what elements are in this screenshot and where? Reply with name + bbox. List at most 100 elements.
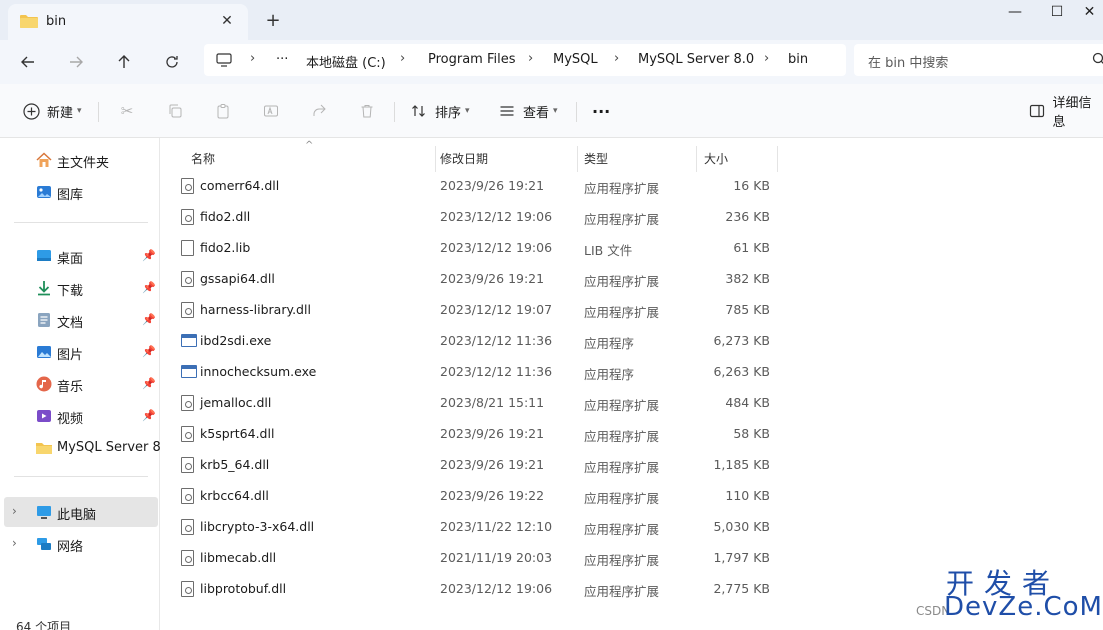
dll-file-icon xyxy=(181,178,194,194)
up-button[interactable] xyxy=(108,48,140,76)
new-tab-button[interactable]: + xyxy=(260,8,286,32)
file-row[interactable]: krbcc64.dll 2023/9/26 19:22 应用程序扩展 110 KB xyxy=(161,480,781,511)
network-icon xyxy=(37,538,51,550)
minimize-button[interactable]: — xyxy=(992,0,1038,24)
address-bar[interactable]: › ··· 本地磁盘 (C:) › Program Files › MySQL … xyxy=(204,44,846,76)
file-row[interactable]: ibd2sdi.exe 2023/12/12 11:36 应用程序 6,273 KB xyxy=(161,325,781,356)
chevron-right-icon[interactable]: › xyxy=(12,504,17,518)
details-pane-button[interactable]: 详细信息 xyxy=(1028,96,1103,130)
search-input[interactable]: 在 bin 中搜索 xyxy=(868,52,948,71)
file-icon xyxy=(181,240,194,256)
file-type: 应用程序扩展 xyxy=(584,398,660,413)
breadcrumb-bin[interactable]: bin xyxy=(788,52,808,67)
status-item-count: 64 个项目 xyxy=(16,620,72,630)
breadcrumb-drive[interactable]: 本地磁盘 (C:) xyxy=(306,52,386,71)
sidebar-item-desktop[interactable]: 桌面 📌 xyxy=(0,241,158,271)
application-icon xyxy=(181,365,197,378)
paste-button[interactable] xyxy=(214,98,239,124)
file-date: 2023/9/26 19:21 xyxy=(440,426,545,441)
file-row[interactable]: libmecab.dll 2021/11/19 20:03 应用程序扩展 1,797 … xyxy=(161,542,781,573)
chevron-down-icon: ▾ xyxy=(465,106,470,116)
share-button[interactable] xyxy=(310,98,335,124)
file-row[interactable]: comerr64.dll 2023/9/26 19:21 应用程序扩展 16 KB xyxy=(161,170,781,201)
tab-close-icon[interactable]: ✕ xyxy=(216,10,238,32)
file-name: comerr64.dll xyxy=(200,178,280,193)
column-header-size[interactable]: 大小 xyxy=(697,144,777,170)
divider xyxy=(98,102,99,122)
file-row[interactable]: gssapi64.dll 2023/9/26 19:21 应用程序扩展 382 KB xyxy=(161,263,781,294)
download-icon xyxy=(38,281,50,296)
file-row[interactable]: jemalloc.dll 2023/8/21 15:11 应用程序扩展 484 KB xyxy=(161,387,781,418)
view-button[interactable]: 查看 ▾ xyxy=(498,98,558,124)
sidebar-item-this-pc[interactable]: › 此电脑 xyxy=(4,497,158,527)
file-row[interactable]: harness-library.dll 2023/12/12 19:07 应用程序扩… xyxy=(161,294,781,325)
sidebar-item-label: 桌面 xyxy=(57,252,84,267)
sidebar-item-pictures[interactable]: 图片 📌 xyxy=(0,337,158,367)
dll-file-icon xyxy=(181,426,194,442)
rename-button[interactable] xyxy=(262,98,287,124)
new-button[interactable]: 新建 ▾ xyxy=(22,98,82,124)
chevron-right-icon[interactable]: › xyxy=(12,536,17,550)
forward-button[interactable] xyxy=(60,48,92,76)
column-header-date[interactable]: 修改日期 xyxy=(436,144,578,170)
copy-button[interactable] xyxy=(166,98,191,124)
file-row[interactable]: k5sprt64.dll 2023/9/26 19:21 应用程序扩展 58 KB xyxy=(161,418,781,449)
delete-button[interactable] xyxy=(358,98,383,124)
folder-icon xyxy=(36,443,52,454)
sidebar-item-videos[interactable]: 视频 📌 xyxy=(0,401,158,431)
file-size: 1,185 KB xyxy=(713,457,770,472)
sort-button[interactable]: 排序 ▾ xyxy=(410,98,470,124)
file-row[interactable]: fido2.lib 2023/12/12 19:06 LIB 文件 61 KB xyxy=(161,232,781,263)
column-header-name[interactable]: ^ 名称 xyxy=(161,140,435,170)
close-window-button[interactable]: ✕ xyxy=(1076,0,1103,24)
sidebar-item-gallery[interactable]: 图库 xyxy=(0,177,158,207)
back-button[interactable] xyxy=(12,48,44,76)
pin-icon: 📌 xyxy=(142,345,156,358)
chevron-down-icon: ▾ xyxy=(77,106,82,116)
cut-button[interactable]: ✂ xyxy=(118,98,143,124)
file-row[interactable]: libprotobuf.dll 2023/12/12 19:06 应用程序扩展 2,7… xyxy=(161,573,781,604)
file-name: k5sprt64.dll xyxy=(200,426,275,441)
file-row[interactable]: libcrypto-3-x64.dll 2023/11/22 12:10 应用程序扩… xyxy=(161,511,781,542)
file-type: LIB 文件 xyxy=(584,243,633,258)
sidebar-item-documents[interactable]: 文档 📌 xyxy=(0,305,158,335)
picture-icon xyxy=(37,346,51,358)
file-type: 应用程序扩展 xyxy=(584,460,660,475)
column-header-type[interactable]: 类型 xyxy=(578,144,696,170)
tab-bin[interactable]: bin ✕ xyxy=(8,4,248,40)
breadcrumb-more[interactable]: ··· xyxy=(276,52,288,67)
breadcrumb-mysql-server[interactable]: MySQL Server 8.0 xyxy=(638,52,754,67)
search-box[interactable]: 在 bin 中搜索 xyxy=(854,44,1103,76)
navigation-pane: 主文件夹 图库 桌面 📌 下载 📌 文档 📌 图片 📌 音乐 📌 视频 📌 My… xyxy=(0,138,173,630)
file-row[interactable]: krb5_64.dll 2023/9/26 19:21 应用程序扩展 1,185 KB xyxy=(161,449,781,480)
file-type: 应用程序扩展 xyxy=(584,429,660,444)
breadcrumb-separator: › xyxy=(764,51,770,66)
computer-icon xyxy=(37,506,51,519)
document-icon xyxy=(38,313,50,327)
copy-icon xyxy=(166,102,184,120)
breadcrumb-program-files[interactable]: Program Files xyxy=(428,52,516,67)
sidebar-item-music[interactable]: 音乐 📌 xyxy=(0,369,158,399)
title-bar: bin ✕ + — ☐ ✕ xyxy=(0,0,1103,40)
sidebar-item-home[interactable]: 主文件夹 xyxy=(0,145,158,175)
refresh-button[interactable] xyxy=(156,48,188,76)
sidebar-item-network[interactable]: › 网络 xyxy=(0,529,158,559)
file-name: fido2.lib xyxy=(200,240,251,255)
chevron-down-icon: ▾ xyxy=(553,106,558,116)
more-options-button[interactable]: ··· xyxy=(592,98,610,124)
breadcrumb-mysql[interactable]: MySQL xyxy=(553,52,598,67)
pin-icon: 📌 xyxy=(142,249,156,262)
file-date: 2023/9/26 19:21 xyxy=(440,178,545,193)
sidebar-item-mysql-server[interactable]: MySQL Server 8.0 xyxy=(0,433,173,463)
column-divider[interactable] xyxy=(777,146,778,172)
file-date: 2023/12/12 19:06 xyxy=(440,581,553,596)
maximize-button[interactable]: ☐ xyxy=(1034,0,1080,24)
file-row[interactable]: innochecksum.exe 2023/12/12 11:36 应用程序 6,26… xyxy=(161,356,781,387)
tab-title: bin xyxy=(46,14,67,29)
dll-file-icon xyxy=(181,271,194,287)
navigation-bar: › ··· 本地磁盘 (C:) › Program Files › MySQL … xyxy=(0,40,1103,84)
file-date: 2023/8/21 15:11 xyxy=(440,395,545,410)
file-row[interactable]: fido2.dll 2023/12/12 19:06 应用程序扩展 236 KB xyxy=(161,201,781,232)
sidebar-item-downloads[interactable]: 下载 📌 xyxy=(0,273,158,303)
file-size: 6,263 KB xyxy=(713,364,770,379)
